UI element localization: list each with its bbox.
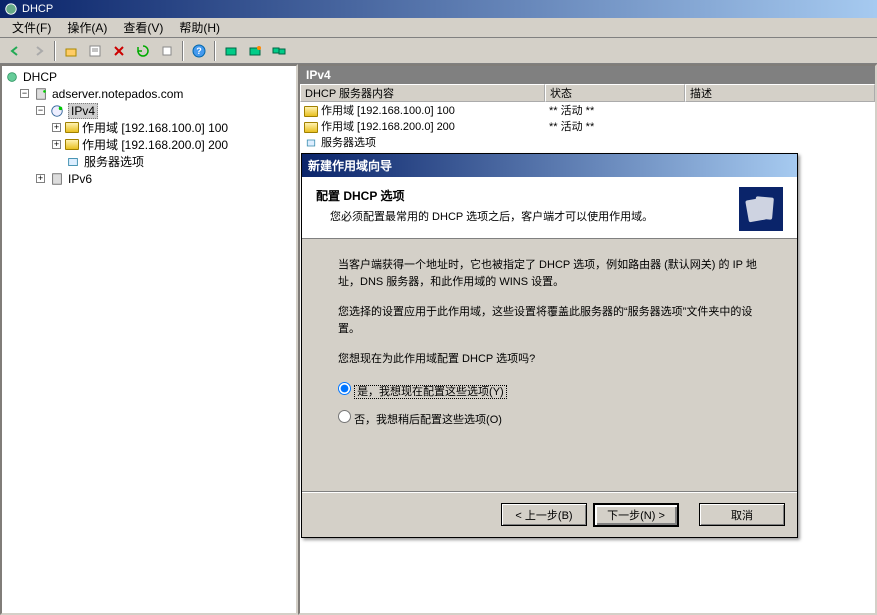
radio-yes-label: 是，我想现在配置这些选项(Y)	[354, 385, 507, 399]
nav-back-button[interactable]	[4, 40, 26, 62]
tree-ipv6[interactable]: + IPv6	[4, 170, 294, 187]
next-button[interactable]: 下一步(N) >	[593, 503, 679, 527]
radio-yes[interactable]: 是，我想现在配置这些选项(Y)	[338, 382, 761, 401]
dialog-titlebar[interactable]: 新建作用域向导	[302, 154, 797, 177]
dialog-header: 配置 DHCP 选项 您必须配置最常用的 DHCP 选项之后，客户端才可以使用作…	[302, 177, 797, 239]
options-icon	[65, 155, 81, 169]
delete-button[interactable]	[108, 40, 130, 62]
folder-icon	[65, 122, 79, 133]
tree-scope-2[interactable]: + 作用域 [192.168.200.0] 200	[4, 136, 294, 153]
list-item[interactable]: 作用域 [192.168.200.0] 200 ** 活动 **	[300, 118, 875, 134]
wizard-dialog: 新建作用域向导 配置 DHCP 选项 您必须配置最常用的 DHCP 选项之后，客…	[301, 153, 798, 538]
dialog-text-3: 您想现在为此作用域配置 DHCP 选项吗?	[338, 351, 761, 368]
list-item[interactable]: 服务器选项	[300, 134, 875, 150]
extra-button-3[interactable]	[268, 40, 290, 62]
window-title: DHCP	[22, 3, 53, 15]
column-desc[interactable]: 描述	[685, 84, 875, 102]
ipv4-icon	[49, 104, 65, 118]
tree-root[interactable]: DHCP	[4, 68, 294, 85]
window-titlebar: DHCP	[0, 0, 877, 18]
toolbar-divider	[54, 41, 56, 61]
folder-icon	[304, 106, 318, 117]
wizard-icon	[739, 187, 783, 231]
dialog-header-sub: 您必须配置最常用的 DHCP 选项之后，客户端才可以使用作用域。	[316, 208, 739, 224]
menu-view[interactable]: 查看(V)	[115, 17, 171, 38]
dialog-header-title: 配置 DHCP 选项	[316, 187, 739, 204]
dhcp-icon	[4, 70, 20, 84]
menu-file[interactable]: 文件(F)	[4, 17, 59, 38]
up-button[interactable]	[60, 40, 82, 62]
properties-button[interactable]	[84, 40, 106, 62]
list-item[interactable]: 作用域 [192.168.100.0] 100 ** 活动 **	[300, 102, 875, 118]
ipv6-icon	[49, 172, 65, 186]
list-item-status: ** 活动 **	[545, 118, 685, 134]
tree-server-label: adserver.notepados.com	[52, 87, 183, 101]
menubar: 文件(F) 操作(A) 查看(V) 帮助(H)	[0, 18, 877, 38]
export-button[interactable]	[156, 40, 178, 62]
dialog-footer: < 上一步(B) 下一步(N) > 取消	[302, 492, 797, 537]
help-button[interactable]: ?	[188, 40, 210, 62]
menu-action[interactable]: 操作(A)	[59, 17, 115, 38]
list-item-status: ** 活动 **	[545, 102, 685, 118]
tree-server-options[interactable]: 服务器选项	[4, 153, 294, 170]
nav-forward-button[interactable]	[28, 40, 50, 62]
list-item-name: 作用域 [192.168.200.0] 200	[321, 121, 455, 133]
expand-icon[interactable]: +	[52, 123, 61, 132]
tree-ipv4-label: IPv4	[68, 103, 98, 119]
extra-button-2[interactable]	[244, 40, 266, 62]
list-header: DHCP 服务器内容 状态 描述	[300, 84, 875, 102]
dialog-text-2: 您选择的设置应用于此作用域，这些设置将覆盖此服务器的“服务器选项”文件夹中的设置…	[338, 304, 761, 337]
tree-scope-2-label: 作用域 [192.168.200.0] 200	[82, 136, 228, 153]
tree-ipv4[interactable]: − IPv4	[4, 102, 294, 119]
tree-scope-1-label: 作用域 [192.168.100.0] 100	[82, 119, 228, 136]
tree-ipv6-label: IPv6	[68, 172, 92, 186]
radio-no[interactable]: 否，我想稍后配置这些选项(O)	[338, 410, 761, 429]
folder-icon	[304, 122, 318, 133]
collapse-icon[interactable]: −	[36, 106, 45, 115]
expand-icon[interactable]: +	[52, 140, 61, 149]
options-icon	[304, 137, 318, 149]
column-status[interactable]: 状态	[545, 84, 685, 102]
toolbar: ?	[0, 38, 877, 64]
tree-server[interactable]: − adserver.notepados.com	[4, 85, 294, 102]
list-item-name: 服务器选项	[321, 137, 376, 149]
folder-icon	[65, 139, 79, 150]
column-content[interactable]: DHCP 服务器内容	[300, 84, 545, 102]
expand-icon[interactable]: +	[36, 174, 45, 183]
radio-yes-input[interactable]	[338, 382, 351, 395]
app-icon	[4, 2, 18, 16]
content-header: IPv4	[300, 66, 875, 84]
tree-scope-1[interactable]: + 作用域 [192.168.100.0] 100	[4, 119, 294, 136]
list-item-name: 作用域 [192.168.100.0] 100	[321, 105, 455, 117]
tree-root-label: DHCP	[23, 70, 57, 84]
cancel-button[interactable]: 取消	[699, 503, 785, 526]
refresh-button[interactable]	[132, 40, 154, 62]
radio-no-input[interactable]	[338, 410, 351, 423]
toolbar-divider	[182, 41, 184, 61]
tree-pane[interactable]: DHCP − adserver.notepados.com − IPv4 + 作…	[0, 64, 298, 615]
collapse-icon[interactable]: −	[20, 89, 29, 98]
dialog-text-1: 当客户端获得一个地址时，它也被指定了 DHCP 选项，例如路由器 (默认网关) …	[338, 257, 761, 290]
toolbar-divider	[214, 41, 216, 61]
extra-button-1[interactable]	[220, 40, 242, 62]
radio-no-label: 否，我想稍后配置这些选项(O)	[354, 414, 502, 426]
dialog-body: 当客户端获得一个地址时，它也被指定了 DHCP 选项，例如路由器 (默认网关) …	[302, 239, 797, 457]
back-button[interactable]: < 上一步(B)	[501, 503, 587, 526]
menu-help[interactable]: 帮助(H)	[171, 17, 228, 38]
tree-server-options-label: 服务器选项	[84, 153, 144, 170]
svg-text:?: ?	[196, 46, 202, 56]
server-icon	[33, 87, 49, 101]
